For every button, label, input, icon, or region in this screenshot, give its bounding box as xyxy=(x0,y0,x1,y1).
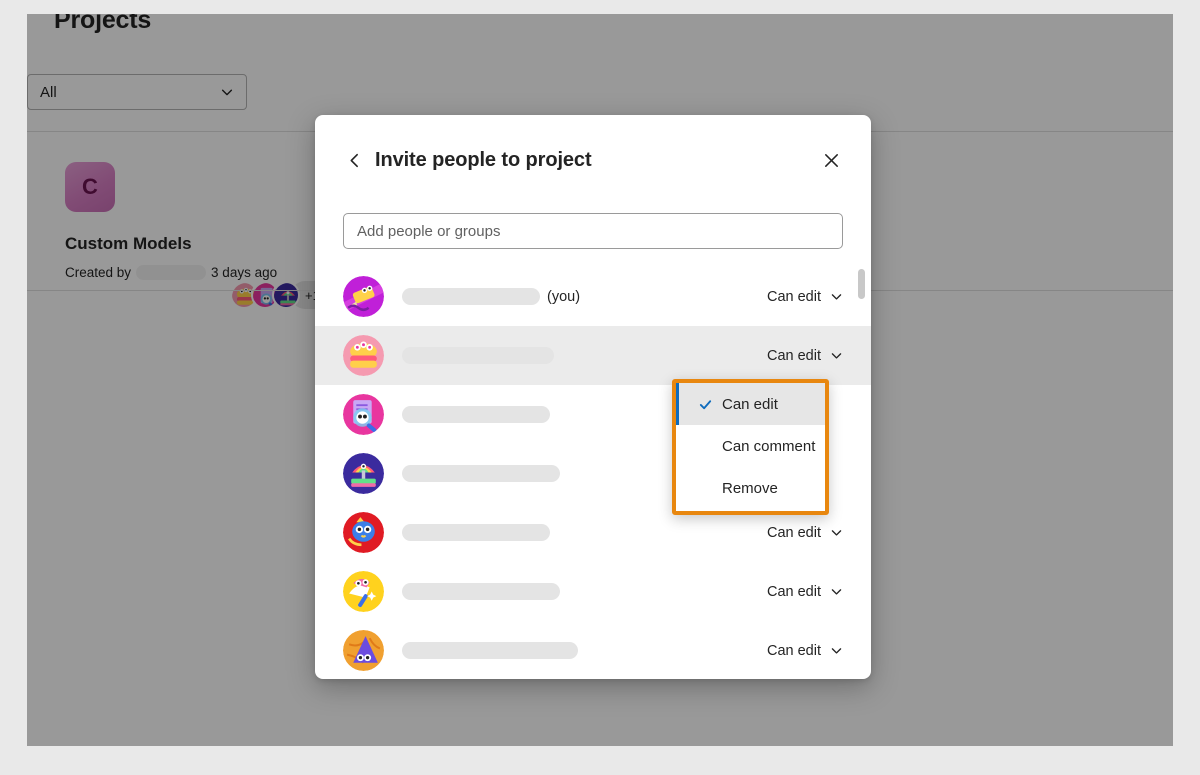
burger-creature-avatar xyxy=(343,335,384,376)
bird-creature-avatar xyxy=(343,512,384,553)
person-name-wrap xyxy=(402,524,767,541)
permission-dropdown-menu: Can edit Can comment Remove xyxy=(672,379,829,515)
redacted-person-name xyxy=(402,406,550,423)
list-scrollbar[interactable] xyxy=(858,267,865,679)
person-name-wrap xyxy=(402,583,767,600)
permission-label: Can edit xyxy=(766,583,821,600)
permission-menu-item-label: Can comment xyxy=(722,437,816,455)
redacted-person-name xyxy=(402,583,560,600)
person-name-wrap: (you) xyxy=(402,288,767,305)
dialog-header: Invite people to project xyxy=(315,115,871,205)
person-row[interactable]: Can edit xyxy=(315,621,871,679)
redacted-person-name xyxy=(402,465,560,482)
person-name-wrap xyxy=(402,642,767,659)
stamp-creature-avatar xyxy=(343,453,384,494)
scrollbar-thumb[interactable] xyxy=(858,269,865,299)
chevron-down-icon xyxy=(830,349,843,362)
permission-menu-item[interactable]: Remove xyxy=(676,467,825,509)
permission-menu-item-label: Can edit xyxy=(722,395,778,413)
chevron-down-icon xyxy=(830,644,843,657)
check-icon xyxy=(698,397,713,412)
permission-label: Can edit xyxy=(766,347,821,364)
redacted-person-name xyxy=(402,347,554,364)
pencil-creature-avatar xyxy=(343,276,384,317)
permission-menu-item[interactable]: Can comment xyxy=(676,425,825,467)
redacted-person-name xyxy=(402,524,550,541)
redacted-person-name xyxy=(402,642,578,659)
close-icon[interactable] xyxy=(819,148,843,172)
magic-wand-creature-avatar xyxy=(343,571,384,612)
person-name-wrap xyxy=(402,347,767,364)
permission-menu-item[interactable]: Can edit xyxy=(676,383,825,425)
person-row[interactable]: Can edit xyxy=(315,562,871,621)
permission-label: Can edit xyxy=(766,642,821,659)
permission-dropdown-trigger[interactable]: Can edit xyxy=(767,584,843,600)
document-magnifier-avatar xyxy=(343,394,384,435)
permission-dropdown-trigger[interactable]: Can edit xyxy=(767,525,843,541)
permission-dropdown-trigger[interactable]: Can edit xyxy=(767,643,843,659)
permission-label: Can edit xyxy=(766,288,821,305)
permission-label: Can edit xyxy=(766,524,821,541)
permission-dropdown-trigger[interactable]: Can edit xyxy=(767,289,843,305)
permission-menu-item-label: Remove xyxy=(722,479,778,497)
you-label: (you) xyxy=(547,288,581,305)
dialog-title: Invite people to project xyxy=(375,148,592,171)
add-people-input[interactable] xyxy=(343,213,843,249)
chevron-down-icon xyxy=(830,585,843,598)
chevron-down-icon xyxy=(830,290,843,303)
permission-dropdown-trigger[interactable]: Can edit xyxy=(767,348,843,364)
redacted-person-name xyxy=(402,288,540,305)
chevron-left-icon[interactable] xyxy=(343,149,365,171)
person-row[interactable]: Can edit xyxy=(315,326,871,385)
triangle-creature-avatar xyxy=(343,630,384,671)
person-row[interactable]: (you) Can edit xyxy=(315,267,871,326)
chevron-down-icon xyxy=(830,526,843,539)
